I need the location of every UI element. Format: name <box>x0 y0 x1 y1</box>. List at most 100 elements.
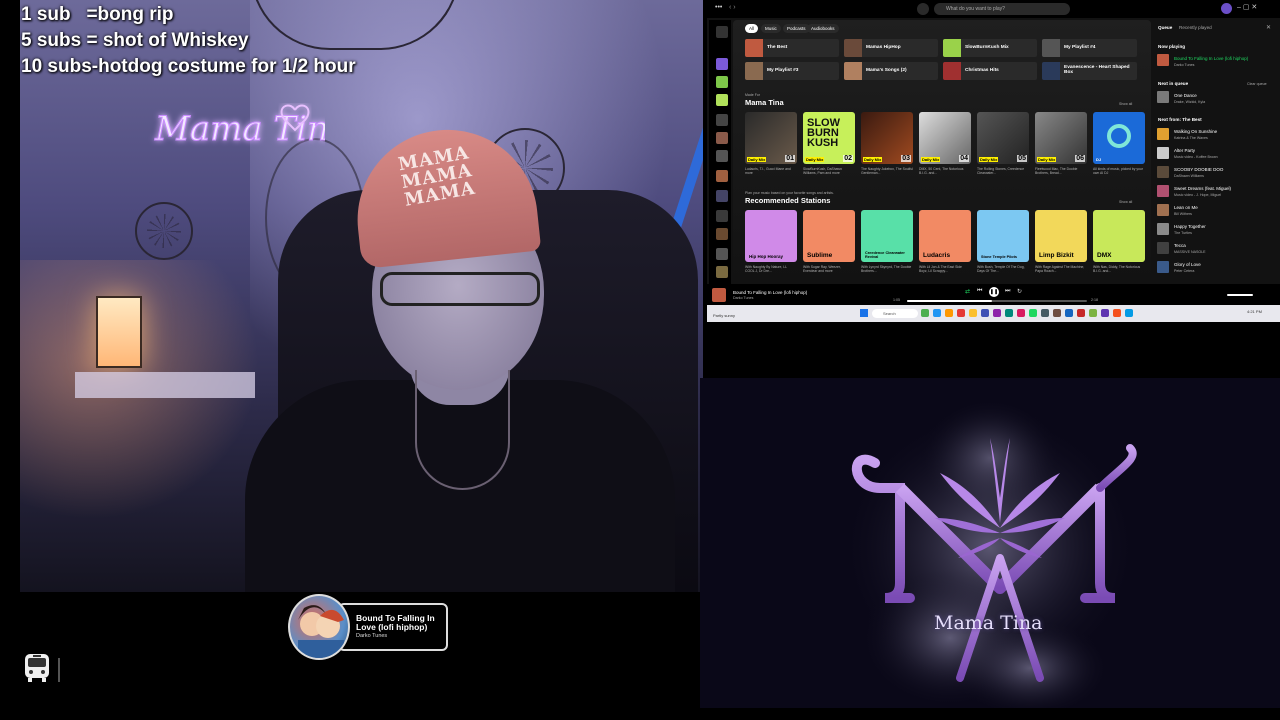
chip-all[interactable]: All <box>745 24 759 33</box>
queue-item-title[interactable]: One Dance <box>1174 93 1197 98</box>
shuffle-icon[interactable]: ⇄ <box>965 288 970 295</box>
station-card[interactable]: Sublime <box>803 210 855 262</box>
logo-wordmark: Mama Tina <box>934 612 1043 634</box>
taskbar-app-icon[interactable] <box>969 309 977 317</box>
queue-item-title[interactable]: Alter Party <box>1174 148 1195 153</box>
show-all-link[interactable]: Show all <box>1119 200 1132 204</box>
window-controls[interactable]: – ▢ ✕ <box>1237 3 1257 11</box>
taskbar-app-icon[interactable] <box>945 309 953 317</box>
chip-podcasts[interactable]: Podcasts <box>783 24 810 33</box>
taskbar-app-icon[interactable] <box>1005 309 1013 317</box>
queue-now-title[interactable]: Bound To Falling In Love (lofi hiphop) <box>1174 56 1248 61</box>
queue-item-title[interactable]: Happy Together <box>1174 224 1206 229</box>
taskbar-app-icon[interactable] <box>1113 309 1121 317</box>
station-card[interactable]: Hip Hop Hooray <box>745 210 797 262</box>
queue-now-artist: Darko Tunes <box>1174 63 1195 67</box>
library-item[interactable] <box>716 170 728 182</box>
queue-item-title[interactable]: SCOOBY DOOBIE DOO <box>1174 167 1223 172</box>
library-item[interactable] <box>716 132 728 144</box>
taskbar-app-icon[interactable] <box>957 309 965 317</box>
station-card[interactable]: Stone Temple Pilots <box>977 210 1029 262</box>
duration-time: 2:18 <box>1091 298 1098 302</box>
daily-mix-card[interactable]: SLOW BURN KUSH Daily Mix 02 <box>803 112 855 164</box>
pause-button[interactable]: ❚❚ <box>989 287 999 297</box>
search-placeholder: What do you want to play? <box>946 6 1005 12</box>
taskbar-app-icon[interactable] <box>1053 309 1061 317</box>
library-item[interactable] <box>716 190 728 202</box>
playback-progress-bar[interactable] <box>907 300 1087 302</box>
quick-tile[interactable]: The Best <box>745 39 839 57</box>
spotify-window: ••• ‹ › What do you want to play? – ▢ ✕ … <box>707 0 1280 305</box>
next-icon[interactable]: ⏭ <box>1005 288 1010 295</box>
previous-icon[interactable]: ⏮ <box>977 288 982 295</box>
quick-tile[interactable]: SlowBurnKush Mix <box>943 39 1037 57</box>
queue-item-artist: Katrina & The Waves <box>1174 136 1208 140</box>
quick-tile[interactable]: Mama's Songs (2) <box>844 62 938 80</box>
station-card[interactable]: Limp Bizkit <box>1035 210 1087 262</box>
quick-tile[interactable]: Evanescence - Heart Shaped Box <box>1042 62 1137 80</box>
divider <box>58 658 60 682</box>
library-item[interactable] <box>716 228 728 240</box>
windows-start-icon[interactable] <box>860 309 868 317</box>
queue-item-title[interactable]: Walking On Sunshine <box>1174 129 1217 134</box>
daily-mix-card[interactable]: Daily Mix 01 <box>745 112 797 164</box>
queue-item-title[interactable]: Tecca <box>1174 243 1186 248</box>
taskbar-app-icon[interactable] <box>1029 309 1037 317</box>
chip-audiobooks[interactable]: Audiobooks <box>807 24 839 33</box>
quick-tile[interactable]: Christmas Hits <box>943 62 1037 80</box>
volume-slider[interactable] <box>1227 294 1253 296</box>
repeat-icon[interactable]: ↻ <box>1017 288 1022 295</box>
library-item[interactable] <box>716 76 728 88</box>
taskbar-app-icon[interactable] <box>1125 309 1133 317</box>
taskbar-app-icon[interactable] <box>1065 309 1073 317</box>
quick-tile[interactable]: Mamas HipHop <box>844 39 938 57</box>
taskbar-app-icon[interactable] <box>1077 309 1085 317</box>
taskbar-app-icon[interactable] <box>1041 309 1049 317</box>
daily-mix-card[interactable]: Daily Mix 03 <box>861 112 913 164</box>
clock: 4:21 PM <box>1247 309 1262 314</box>
player-track-title[interactable]: Bound To Falling In Love (lofi hiphop) <box>733 290 807 295</box>
taskbar-app-icon[interactable] <box>1101 309 1109 317</box>
library-item[interactable] <box>716 210 728 222</box>
daily-mix-card[interactable]: Daily Mix 04 <box>919 112 971 164</box>
daily-mix-card[interactable]: Daily Mix 06 <box>1035 112 1087 164</box>
taskbar-app-icon[interactable] <box>933 309 941 317</box>
station-card[interactable]: Ludacris <box>919 210 971 262</box>
tab-queue[interactable]: Queue <box>1158 25 1172 30</box>
daily-mix-card[interactable]: Daily Mix 05 <box>977 112 1029 164</box>
station-card[interactable]: Creedence Clearwater Revival <box>861 210 913 262</box>
station-card[interactable]: DMX <box>1093 210 1145 262</box>
avatar[interactable] <box>1221 3 1232 14</box>
clear-queue-button[interactable]: Clear queue <box>1247 82 1267 86</box>
menu-dots-icon[interactable]: ••• <box>715 4 722 11</box>
home-icon[interactable] <box>917 3 929 15</box>
taskbar-app-icon[interactable] <box>981 309 989 317</box>
quick-tile[interactable]: My Playlist #4 <box>1042 39 1137 57</box>
queue-item-title[interactable]: Sweet Dreams (feat. Miguel) <box>1174 186 1231 191</box>
player-album-art <box>712 288 726 302</box>
made-for-kicker: Made For <box>745 93 760 97</box>
quick-tile[interactable]: My Playlist #3 <box>745 62 839 80</box>
taskbar-app-icon[interactable] <box>1089 309 1097 317</box>
library-item[interactable] <box>716 114 728 126</box>
dj-card[interactable]: DJ <box>1093 112 1145 164</box>
library-item[interactable] <box>716 150 728 162</box>
library-item[interactable] <box>716 266 728 278</box>
library-item[interactable] <box>716 248 728 260</box>
library-item[interactable] <box>716 94 728 106</box>
taskbar-app-icon[interactable] <box>993 309 1001 317</box>
player-artist[interactable]: Darko Tunes <box>733 296 753 300</box>
taskbar-app-icon[interactable] <box>1017 309 1025 317</box>
queue-item-artist: MASSIVE NASOLE <box>1174 250 1206 254</box>
chip-music[interactable]: Music <box>761 24 781 33</box>
dreamcatcher <box>135 202 193 260</box>
tab-recently-played[interactable]: Recently played <box>1179 25 1212 30</box>
taskbar-app-icon[interactable] <box>921 309 929 317</box>
queue-item-title[interactable]: Glory of Love <box>1174 262 1201 267</box>
library-item[interactable] <box>716 26 728 38</box>
back-arrow-icon[interactable]: ‹ › <box>729 4 736 11</box>
queue-item-title[interactable]: Lean on Me <box>1174 205 1198 210</box>
library-item[interactable] <box>716 58 728 70</box>
close-icon[interactable]: ✕ <box>1266 24 1271 31</box>
show-all-link[interactable]: Show all <box>1119 102 1132 106</box>
